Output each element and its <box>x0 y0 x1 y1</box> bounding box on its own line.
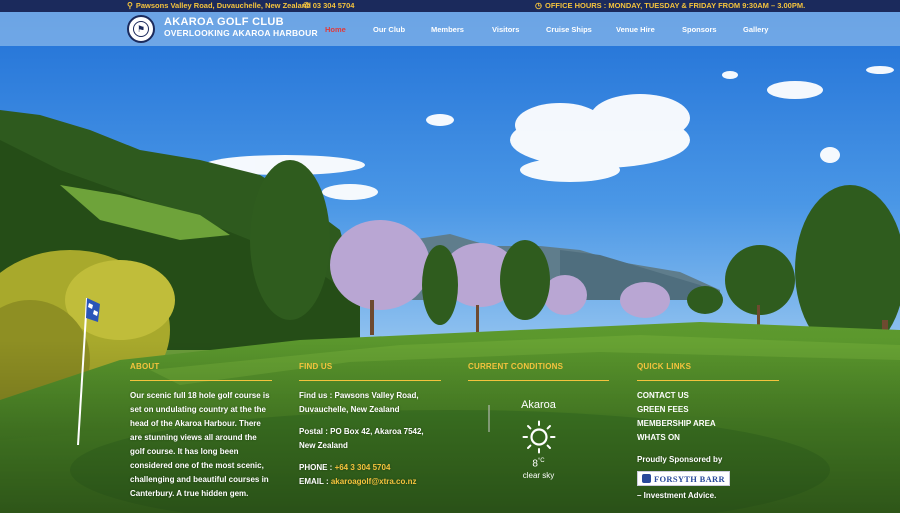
nav-venue-hire[interactable]: Venue Hire <box>616 25 655 34</box>
current-conditions-section: CURRENT CONDITIONS <box>468 362 609 389</box>
nav-sponsors[interactable]: Sponsors <box>682 25 717 34</box>
sponsored-by-label: Proudly Sponsored by <box>637 455 723 464</box>
link-membership-area[interactable]: MEMBERSHIP AREA <box>637 417 779 431</box>
phone-link[interactable]: +64 3 304 5704 <box>335 463 391 472</box>
find-us-contact: PHONE : +64 3 304 5704 EMAIL : akaroagol… <box>299 461 441 489</box>
find-us-section: FIND US Find us : Pawsons Valley Road, D… <box>299 362 441 489</box>
top-info-bar: ⚲ Pawsons Valley Road, Duvauchelle, New … <box>0 0 900 12</box>
about-heading: ABOUT <box>130 362 272 381</box>
office-hours-text: OFFICE HOURS : MONDAY, TUESDAY & FRIDAY … <box>544 1 806 10</box>
office-hours-info: ◷ OFFICE HOURS : MONDAY, TUESDAY & FRIDA… <box>535 1 805 10</box>
nav-members[interactable]: Members <box>431 25 464 34</box>
weather-widget: Akaroa 8°C clear sky <box>468 398 609 480</box>
map-pin-icon: ⚲ <box>127 1 133 10</box>
phone-info[interactable]: ✆ 03 304 5704 <box>303 1 354 10</box>
quick-links-heading: QUICK LINKS <box>637 362 779 381</box>
sponsor-logo-icon[interactable]: FORSYTH BARR <box>637 471 730 486</box>
conditions-heading: CURRENT CONDITIONS <box>468 362 609 381</box>
address-info: ⚲ Pawsons Valley Road, Duvauchelle, New … <box>127 1 311 10</box>
quick-links-section: QUICK LINKS CONTACT US GREEN FEES MEMBER… <box>637 362 779 503</box>
nav-visitors[interactable]: Visitors <box>492 25 519 34</box>
nav-cruise-ships[interactable]: Cruise Ships <box>546 25 592 34</box>
link-green-fees[interactable]: GREEN FEES <box>637 403 779 417</box>
sun-icon <box>522 420 556 454</box>
weather-city: Akaroa <box>521 399 556 411</box>
phone-text[interactable]: 03 304 5704 <box>313 1 355 10</box>
weather-temperature: 8°C <box>468 458 609 469</box>
find-us-address: Find us : Pawsons Valley Road, Duvauchel… <box>299 391 419 414</box>
about-text: Our scenic full 18 hole golf course is s… <box>130 391 270 498</box>
link-contact-us[interactable]: CONTACT US <box>637 389 779 403</box>
phone-icon: ✆ <box>303 1 310 10</box>
sponsor-tagline: – Investment Advice. <box>637 491 717 500</box>
sponsor-emblem <box>642 474 651 483</box>
nav-home[interactable]: Home <box>325 25 346 34</box>
crest-emblem: ⚑ <box>133 21 149 37</box>
nav-gallery[interactable]: Gallery <box>743 25 768 34</box>
find-us-postal: Postal : PO Box 42, Akaroa 7542, New Zea… <box>299 427 424 450</box>
email-label: EMAIL : <box>299 477 331 486</box>
sponsor-name: FORSYTH BARR <box>654 473 725 484</box>
nav-our-club[interactable]: Our Club <box>373 25 405 34</box>
clock-icon: ◷ <box>535 1 542 10</box>
link-whats-on[interactable]: WHATS ON <box>637 431 779 445</box>
address-text: Pawsons Valley Road, Duvauchelle, New Ze… <box>135 1 311 10</box>
weather-description: clear sky <box>522 471 555 481</box>
about-section: ABOUT Our scenic full 18 hole golf cours… <box>130 362 272 501</box>
club-name: AKAROA GOLF CLUB <box>164 16 284 28</box>
temperature-unit: °C <box>537 458 545 464</box>
main-navigation: ⚑ AKAROA GOLF CLUB OVERLOOKING AKAROA HA… <box>0 12 900 46</box>
club-crest-icon[interactable]: ⚑ <box>127 15 155 43</box>
brand-title[interactable]: AKAROA GOLF CLUB OVERLOOKING AKAROA HARB… <box>164 16 318 39</box>
find-us-heading: FIND US <box>299 362 441 381</box>
email-link[interactable]: akaroagolf@xtra.co.nz <box>331 477 417 486</box>
phone-label: PHONE : <box>299 463 335 472</box>
club-tagline: OVERLOOKING AKAROA HARBOUR <box>164 28 318 38</box>
